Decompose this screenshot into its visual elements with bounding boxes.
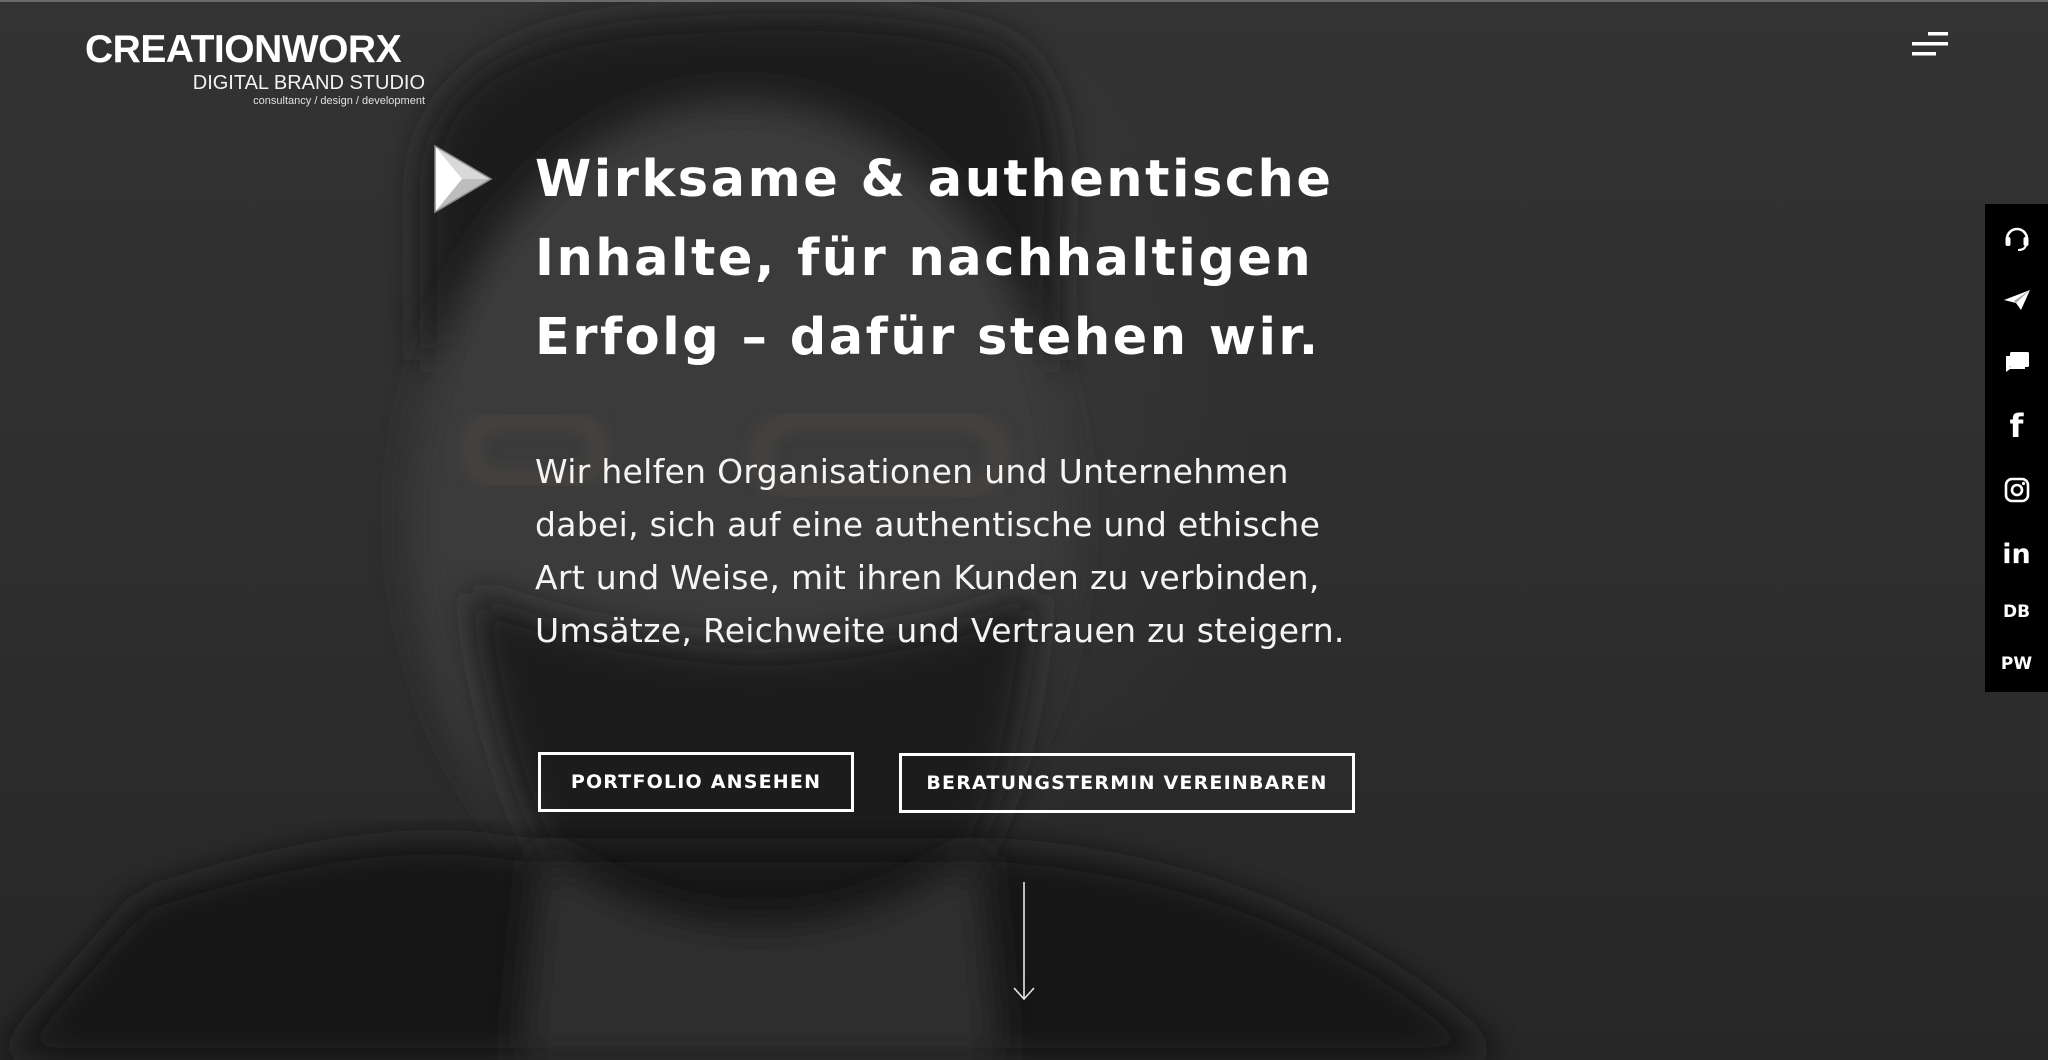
arrow-down-icon[interactable] (1012, 882, 1036, 1002)
lead-line: dabei, sich auf eine authentische und et… (535, 505, 1321, 544)
lead-line: Art und Weise, mit ihren Kunden zu verbi… (535, 558, 1320, 597)
logo-tagline: DIGITAL BRAND STUDIO (192, 72, 425, 94)
db-link[interactable]: DB (1985, 588, 2048, 636)
portfolio-button[interactable]: PORTFOLIO ANSEHEN (538, 752, 854, 812)
db-label: DB (2002, 602, 2031, 622)
hamburger-menu-icon[interactable] (1908, 30, 1952, 60)
hero-lead-text: Wir helfen Organisationen und Unternehme… (535, 445, 1495, 657)
play-triangle-icon (434, 144, 493, 214)
top-border (0, 0, 2048, 2)
logo[interactable]: CREATIONWORX DIGITAL BRAND STUDIO consul… (85, 30, 425, 108)
lead-line: Wir helfen Organisationen und Unternehme… (535, 452, 1289, 491)
headline-line: Wirksame & authentische (535, 150, 1334, 209)
chat-icon[interactable] (1985, 339, 2048, 387)
instagram-icon[interactable] (1985, 466, 2048, 514)
headline-line: Erfolg – dafür stehen wir. (535, 308, 1321, 367)
paper-plane-icon[interactable] (1985, 276, 2048, 324)
headline-line: Inhalte, für nachhaltigen (535, 229, 1314, 288)
logo-name: CREATIONWORX (85, 28, 402, 71)
facebook-icon[interactable]: f (1985, 402, 2048, 450)
pw-label: PW (2000, 654, 2033, 674)
headset-icon[interactable] (1985, 214, 2048, 262)
logo-subline: consultancy / design / development (253, 95, 425, 107)
consultation-button[interactable]: BERATUNGSTERMIN VEREINBAREN (899, 753, 1355, 813)
lead-line: Umsätze, Reichweite und Vertrauen zu ste… (535, 611, 1345, 650)
hero-headline: Wirksame & authentische Inhalte, für nac… (535, 140, 1435, 377)
pw-link[interactable]: PW (1985, 640, 2048, 688)
social-sidebar: f in DB PW (1985, 204, 2048, 692)
linkedin-icon[interactable]: in (1985, 530, 2048, 578)
